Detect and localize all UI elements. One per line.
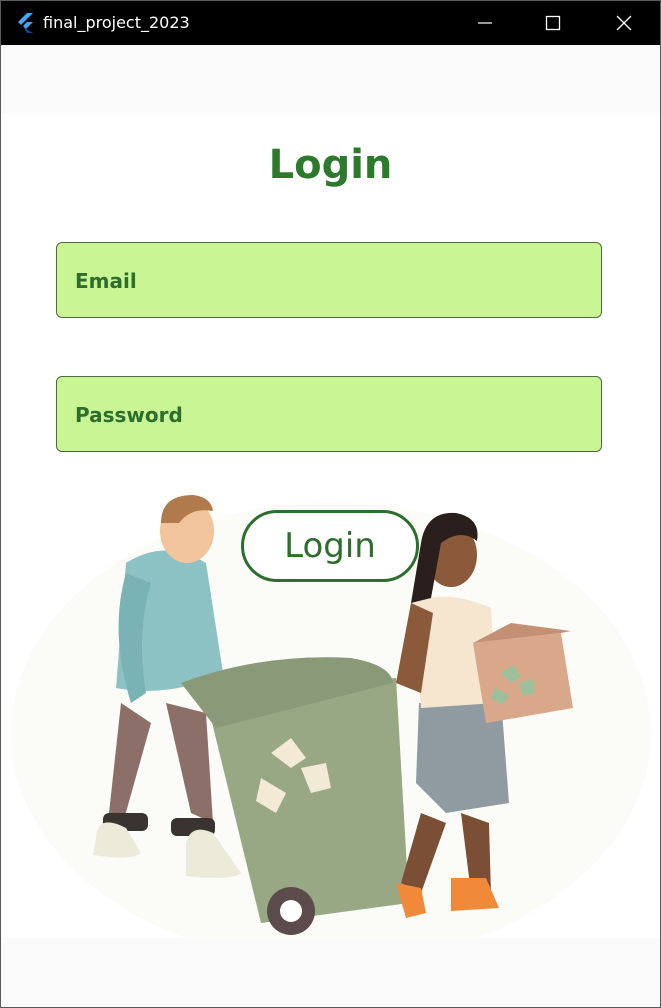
login-button[interactable]: Login bbox=[241, 510, 419, 582]
password-label: Password bbox=[75, 403, 183, 427]
page-title: Login bbox=[268, 142, 393, 188]
email-label: Email bbox=[75, 269, 137, 293]
maximize-icon bbox=[545, 15, 561, 31]
login-page: Login Email Password Login bbox=[1, 113, 660, 938]
maximize-button[interactable] bbox=[530, 1, 576, 45]
flutter-icon bbox=[18, 13, 33, 33]
minimize-icon bbox=[478, 22, 492, 24]
close-icon bbox=[616, 15, 632, 31]
bottom-area bbox=[1, 938, 660, 1007]
app-bar-area bbox=[1, 45, 660, 113]
password-field[interactable]: Password bbox=[56, 376, 602, 452]
minimize-button[interactable] bbox=[462, 1, 508, 45]
title-bar[interactable]: final_project_2023 bbox=[1, 1, 660, 45]
close-button[interactable] bbox=[601, 1, 647, 45]
app-window: final_project_2023 Login Email Password … bbox=[0, 0, 661, 1008]
window-title: final_project_2023 bbox=[43, 13, 190, 32]
email-field[interactable]: Email bbox=[56, 242, 602, 318]
